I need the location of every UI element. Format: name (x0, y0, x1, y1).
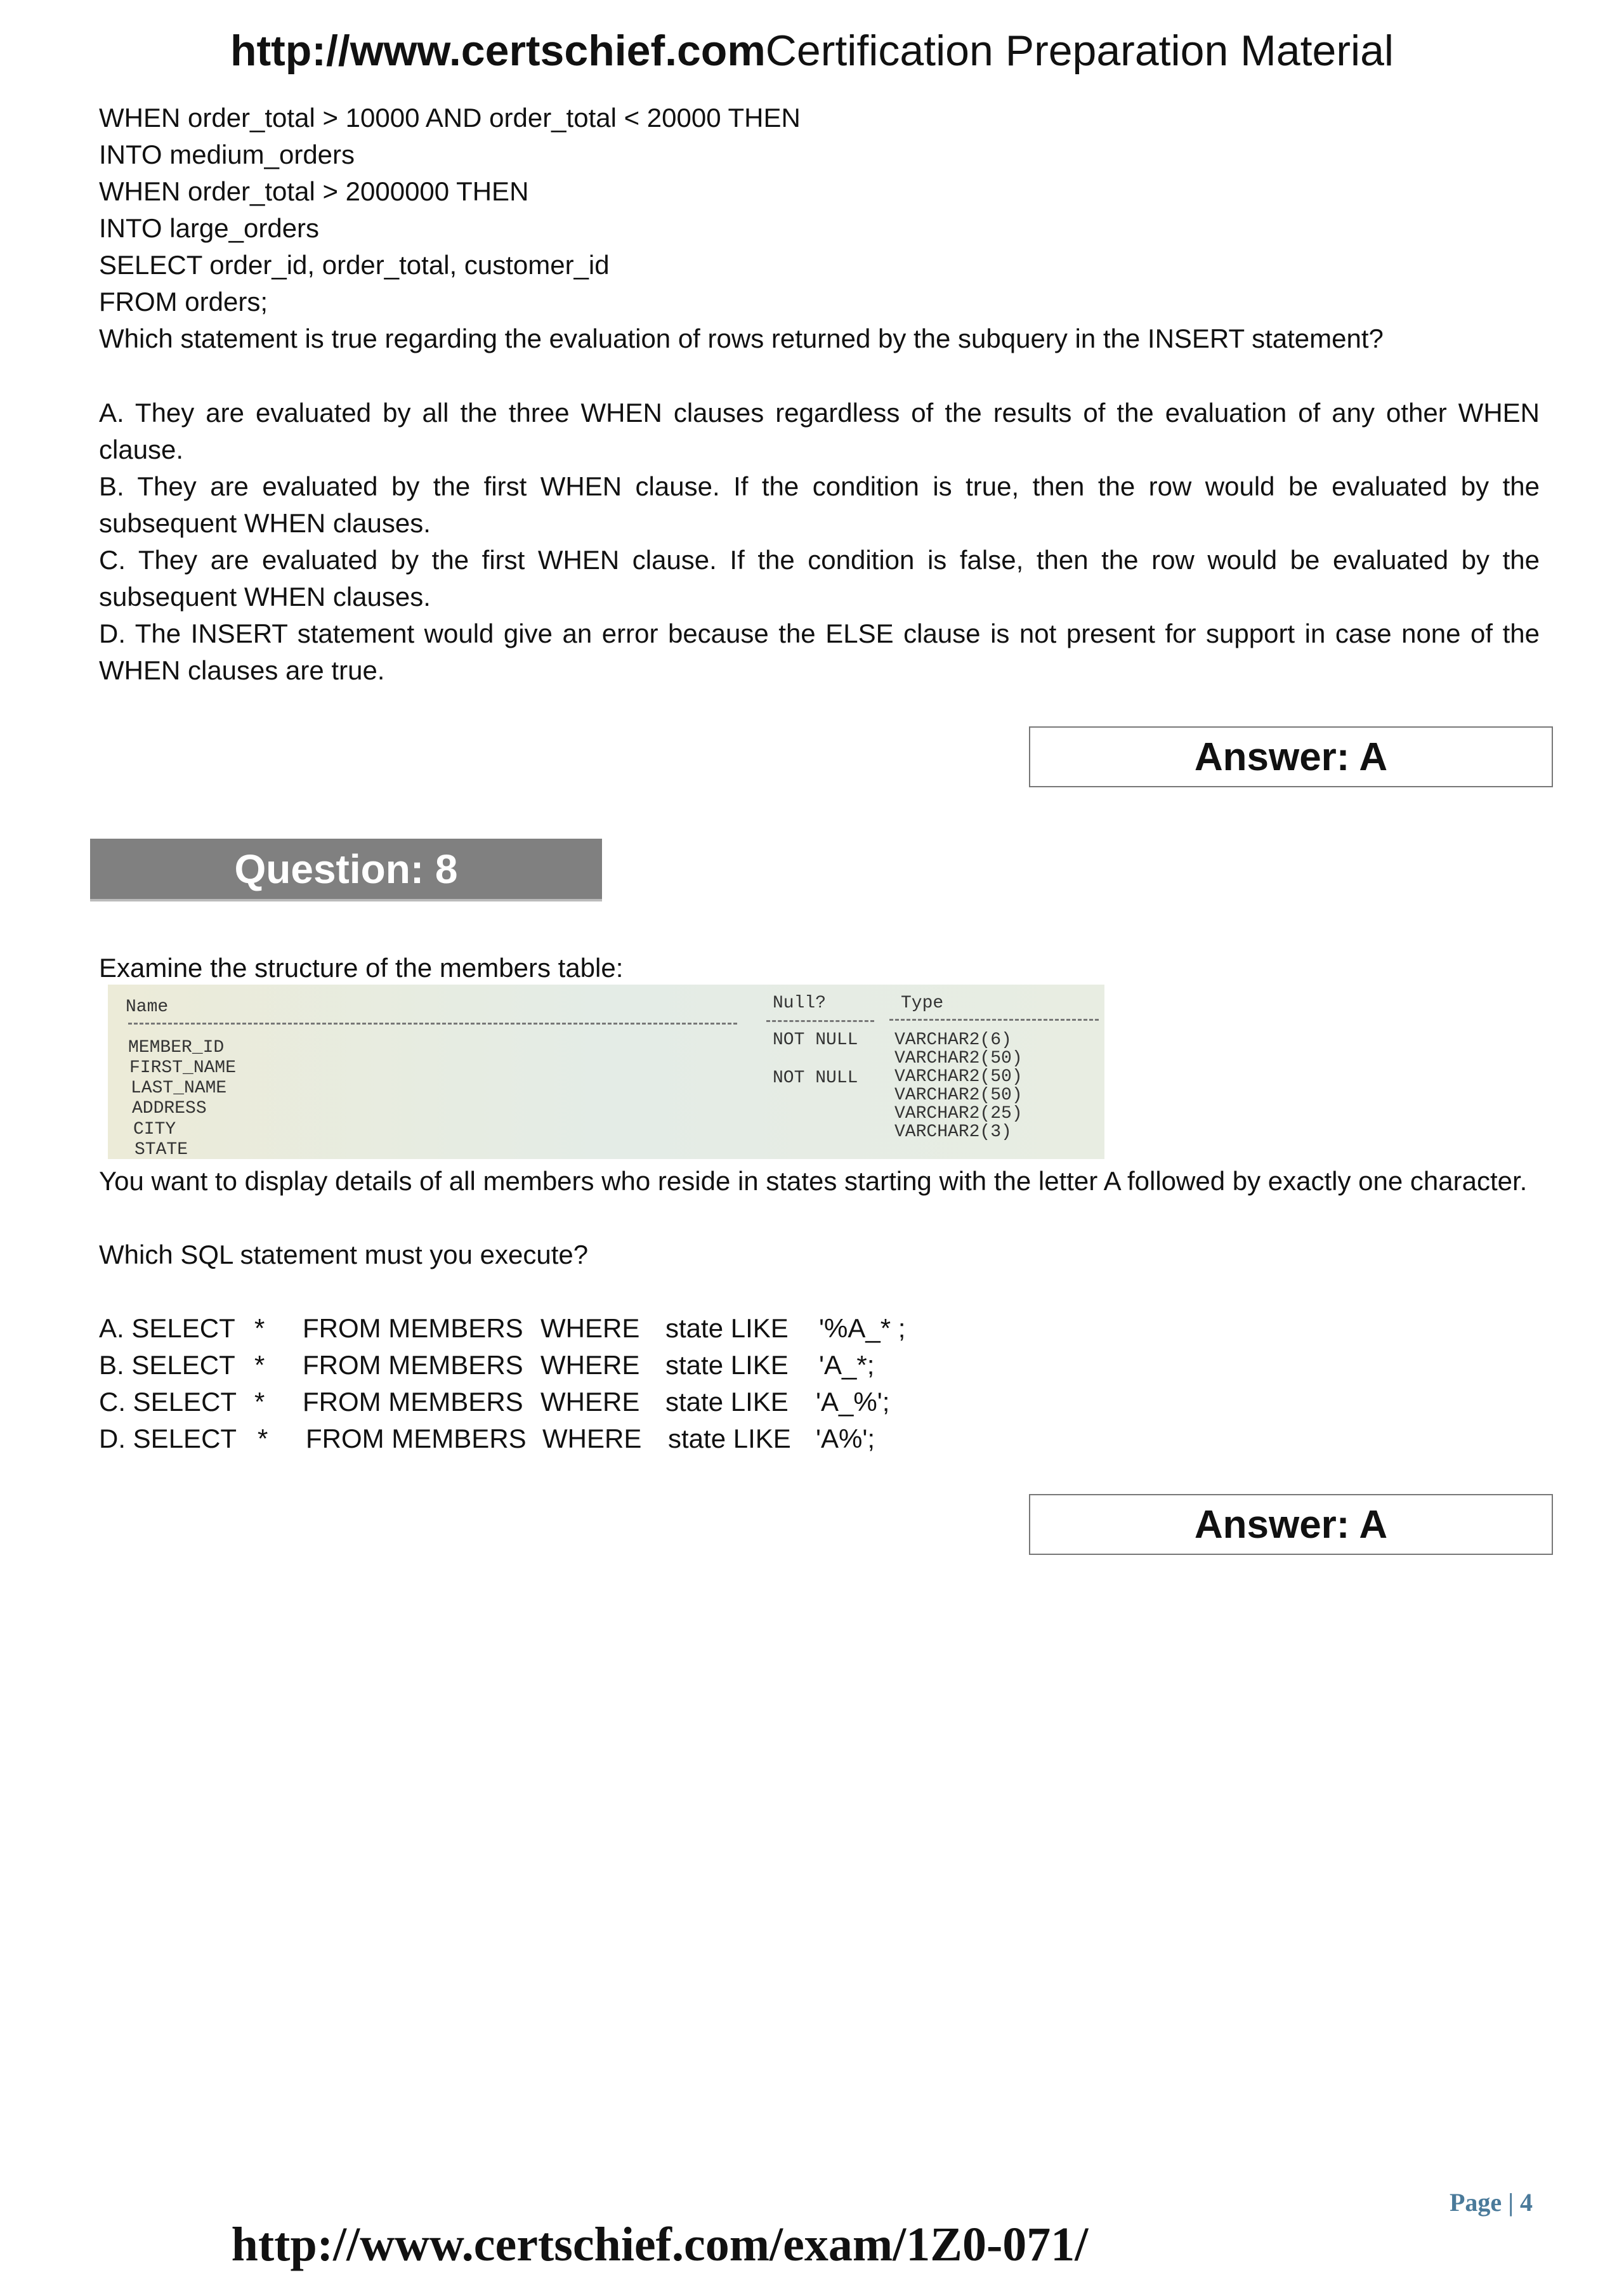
option-pattern: '%A_* ; (819, 1313, 906, 1343)
answer-box: Answer: A (1029, 1494, 1553, 1555)
divider (128, 1023, 737, 1025)
code-line: INTO large_orders (99, 213, 320, 243)
option-star: * (254, 1387, 265, 1417)
option-label: D. SELECT (99, 1424, 237, 1453)
column-type: VARCHAR2(50) (894, 1085, 1023, 1105)
option-a: A. They are evaluated by all the three W… (99, 398, 1540, 464)
code-line: WHEN order_total > 10000 AND order_total… (99, 103, 801, 133)
column-type: VARCHAR2(50) (894, 1049, 1023, 1068)
question-prompt: Which SQL statement must you execute? (99, 1240, 589, 1269)
question-text: Which statement is true regarding the ev… (99, 324, 1384, 353)
option-label: B. SELECT (99, 1350, 235, 1380)
col-header-null: Null? (773, 993, 827, 1013)
divider (889, 1019, 1099, 1021)
divider (766, 1020, 874, 1022)
code-line: INTO medium_orders (99, 140, 355, 169)
column-name: ADDRESS (132, 1099, 207, 1118)
option-where: WHERE (540, 1313, 640, 1343)
option-from: FROM MEMBERS (303, 1313, 523, 1343)
option-where: WHERE (542, 1424, 642, 1453)
footer-url[interactable]: http://www.certschief.com/exam/1Z0-071/ (0, 2217, 1472, 2272)
option-from: FROM MEMBERS (306, 1424, 527, 1453)
column-name: FIRST_NAME (129, 1058, 237, 1078)
option-b: B. They are evaluated by the first WHEN … (99, 471, 1540, 538)
column-null: NOT NULL (773, 1030, 858, 1050)
header-site: http://www.certschief.com (230, 27, 766, 75)
option-pattern: 'A%'; (816, 1424, 875, 1453)
option-where: WHERE (540, 1350, 640, 1380)
option-like: state LIKE (665, 1350, 789, 1380)
column-type: VARCHAR2(6) (894, 1030, 1012, 1050)
option-like: state LIKE (668, 1424, 791, 1453)
option-where: WHERE (540, 1387, 640, 1417)
column-name: MEMBER_ID (128, 1038, 225, 1058)
col-header-type: Type (901, 993, 944, 1013)
question-title-bar: Question: 8 (90, 839, 602, 901)
option-star: * (258, 1424, 268, 1453)
header-tagline: Certification Preparation Material (765, 27, 1394, 75)
answer-box: Answer: A (1029, 726, 1553, 787)
option-c: C. They are evaluated by the first WHEN … (99, 545, 1540, 612)
page-header: http://www.certschief.comCertification P… (0, 25, 1624, 76)
col-header-name: Name (126, 997, 169, 1017)
option-from: FROM MEMBERS (303, 1387, 523, 1417)
code-line: FROM orders; (99, 287, 268, 317)
option-star: * (254, 1313, 265, 1343)
option-star: * (254, 1350, 265, 1380)
option-pattern: 'A_%'; (816, 1387, 890, 1417)
option-d: D. The INSERT statement would give an er… (99, 619, 1540, 685)
option-like: state LIKE (665, 1313, 789, 1343)
option-pattern: 'A_*; (819, 1350, 875, 1380)
column-name: STATE (134, 1140, 188, 1160)
column-type: VARCHAR2(25) (894, 1104, 1023, 1124)
column-null: NOT NULL (773, 1068, 858, 1088)
code-line: WHEN order_total > 2000000 THEN (99, 176, 529, 206)
page-number: Page | 4 (1450, 2188, 1533, 2217)
option-label: C. SELECT (99, 1387, 237, 1417)
column-name: LAST_NAME (131, 1078, 227, 1098)
code-line: SELECT order_id, order_total, customer_i… (99, 250, 610, 280)
option-from: FROM MEMBERS (303, 1350, 523, 1380)
column-type: VARCHAR2(50) (894, 1067, 1023, 1087)
members-table-image: Name Null? Type MEMBER_ID FIRST_NAME LAS… (108, 985, 1104, 1160)
column-type: VARCHAR2(3) (894, 1122, 1012, 1142)
option-like: state LIKE (665, 1387, 789, 1417)
question-intro: Examine the structure of the members tab… (99, 953, 624, 983)
column-name: CITY (133, 1120, 176, 1139)
question-text: You want to display details of all membe… (99, 1166, 1528, 1196)
option-label: A. SELECT (99, 1313, 235, 1343)
